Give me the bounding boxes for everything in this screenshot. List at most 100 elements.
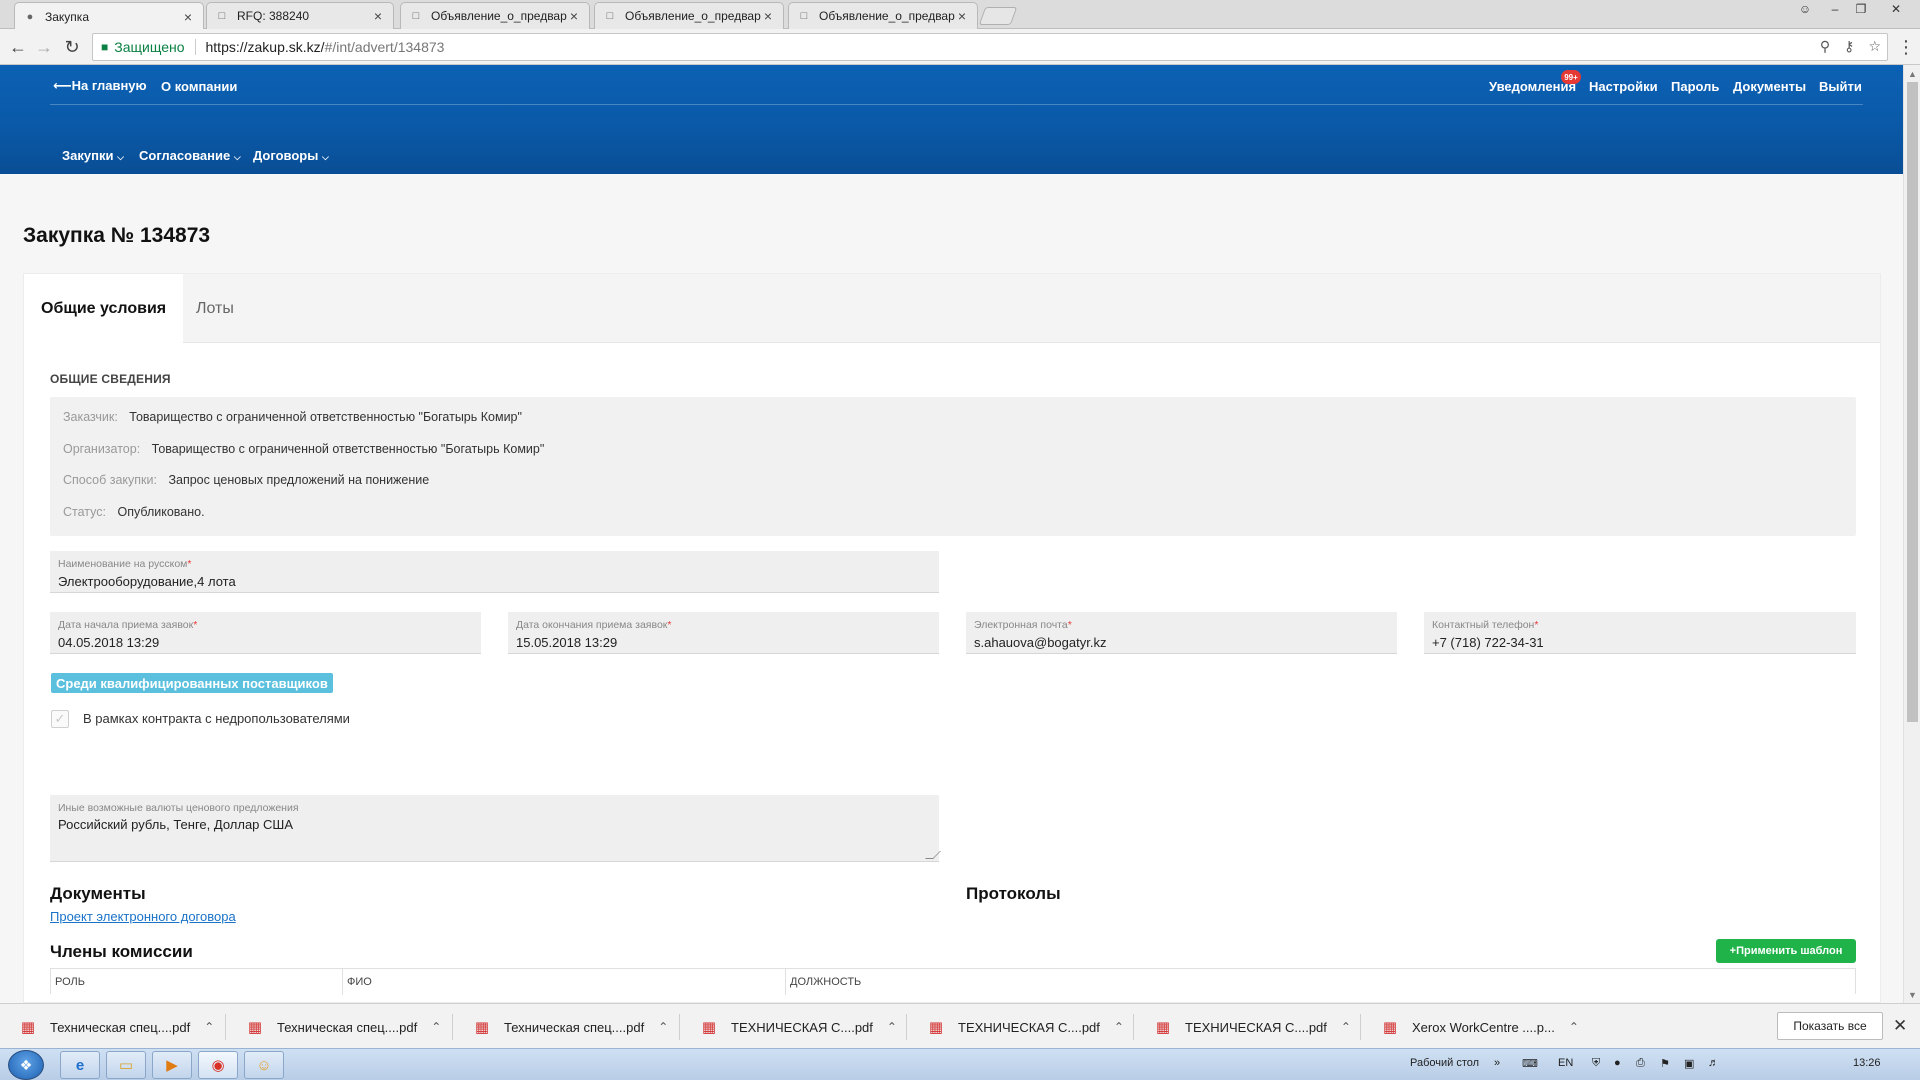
tab-title: Закупка xyxy=(45,9,89,24)
general-info-box: Заказчик: Товарищество с ограниченной от… xyxy=(50,397,1856,536)
chevron-up-icon[interactable]: ⌃ xyxy=(1114,1020,1124,1034)
field-label: Контактный телефон* xyxy=(1432,619,1538,631)
browser-tab[interactable]: □ Объявление_о_предвар × xyxy=(594,2,784,29)
language-indicator[interactable]: EN xyxy=(1558,1057,1573,1069)
clock[interactable]: 13:26 xyxy=(1853,1057,1881,1069)
browser-tab[interactable]: □ RFQ: 388240 × xyxy=(206,2,394,29)
reload-icon[interactable]: ↻ xyxy=(60,35,84,59)
tab-lots[interactable]: Лоты xyxy=(196,274,234,343)
page-scrollbar[interactable]: ▲ ▼ xyxy=(1903,65,1920,1003)
chevron-up-icon[interactable]: ⌃ xyxy=(431,1020,441,1034)
network-icon[interactable]: ● xyxy=(1614,1057,1621,1069)
email-field[interactable]: Электронная почта* s.ahauova@bogatyr.kz xyxy=(966,612,1397,654)
download-filename: ТЕХНИЧЕСКАЯ С....pdf xyxy=(731,1019,873,1035)
menu-icon[interactable]: ⋮ xyxy=(1894,35,1918,59)
download-item[interactable]: ▦ ТЕХНИЧЕСКАЯ С....pdf ⌃ xyxy=(701,1012,897,1042)
download-item[interactable]: ▦ Xerox WorkCentre ....p... ⌃ xyxy=(1382,1012,1579,1042)
currencies-textarea[interactable]: Иные возможные валюты ценового предложен… xyxy=(50,795,941,862)
chevron-up-icon[interactable]: ⌃ xyxy=(887,1020,897,1034)
about-link[interactable]: О компании xyxy=(161,79,237,94)
new-tab-button[interactable] xyxy=(978,7,1018,25)
close-tab-icon[interactable]: × xyxy=(955,8,969,24)
desktop-toolbar-label[interactable]: Рабочий стол xyxy=(1410,1057,1479,1069)
url-input[interactable]: ■ Защищено https://zakup.sk.kz/#/int/adv… xyxy=(92,33,1888,61)
shield-icon[interactable]: ⛨ xyxy=(1592,1057,1600,1070)
scroll-down-icon[interactable]: ▼ xyxy=(1904,986,1920,1003)
end-date-field[interactable]: Дата окончания приема заявок* 15.05.2018… xyxy=(508,612,939,654)
subsoil-checkbox[interactable]: ✓ xyxy=(51,710,69,728)
forward-icon[interactable]: → xyxy=(32,35,56,59)
close-tab-icon[interactable]: × xyxy=(761,8,775,24)
flag-icon[interactable]: ⚑ xyxy=(1660,1057,1670,1070)
settings-link[interactable]: Настройки xyxy=(1589,79,1658,94)
info-value: Опубликовано. xyxy=(117,505,205,519)
phone-field[interactable]: Контактный телефон* +7 (718) 722-34-31 xyxy=(1424,612,1856,654)
start-button[interactable]: ❖ xyxy=(8,1050,44,1080)
scroll-up-icon[interactable]: ▲ xyxy=(1904,65,1920,82)
chevron-right-icon[interactable]: » xyxy=(1494,1057,1500,1069)
close-tab-icon[interactable]: × xyxy=(567,8,581,24)
browser-tab[interactable]: □ Объявление_о_предвар × xyxy=(400,2,590,29)
minimize-icon[interactable]: – xyxy=(1822,0,1848,18)
download-item[interactable]: ▦ ТЕХНИЧЕСКАЯ С....pdf ⌃ xyxy=(928,1012,1124,1042)
chevron-up-icon[interactable]: ⌃ xyxy=(204,1020,214,1034)
download-item[interactable]: ▦ Техническая спец....pdf ⌃ xyxy=(247,1012,441,1042)
download-filename: Xerox WorkCentre ....p... xyxy=(1412,1019,1555,1035)
chrome-icon[interactable]: ◉ xyxy=(198,1051,238,1079)
contract-draft-link[interactable]: Проект электронного договора xyxy=(50,909,236,924)
folder-icon[interactable]: ▭ xyxy=(106,1051,146,1079)
field-label-text: Наименование на русском xyxy=(58,558,188,570)
user-icon[interactable]: ☺ xyxy=(1792,0,1818,18)
menu-contracts[interactable]: Договоры ⌵ xyxy=(253,148,329,163)
browser-tab-active[interactable]: ● Закупка × xyxy=(14,2,204,30)
browser-tab[interactable]: □ Объявление_о_предвар × xyxy=(788,2,978,29)
restore-icon[interactable]: ❐ xyxy=(1848,0,1874,18)
back-icon[interactable]: ← xyxy=(6,35,30,59)
chevron-up-icon[interactable]: ⌃ xyxy=(1569,1020,1579,1034)
field-value: 15.05.2018 13:29 xyxy=(516,635,618,650)
required-mark: * xyxy=(1067,619,1072,631)
close-downloads-icon[interactable]: ✕ xyxy=(1893,1016,1907,1036)
chevron-up-icon[interactable]: ⌃ xyxy=(658,1020,668,1034)
download-item[interactable]: ▦ Техническая спец....pdf ⌃ xyxy=(20,1012,214,1042)
address-bar: ← → ↻ ■ Защищено https://zakup.sk.kz/#/i… xyxy=(0,29,1920,65)
apply-template-button[interactable]: +Применить шаблон xyxy=(1716,939,1856,963)
start-date-field[interactable]: Дата начала приема заявок* 04.05.2018 13… xyxy=(50,612,481,654)
download-item[interactable]: ▦ ТЕХНИЧЕСКАЯ С....pdf ⌃ xyxy=(1155,1012,1351,1042)
menu-approval[interactable]: Согласование ⌵ xyxy=(139,148,241,163)
window-close-icon[interactable]: ✕ xyxy=(1876,0,1916,18)
volume-icon[interactable]: ♬ xyxy=(1708,1057,1719,1069)
chevron-up-icon[interactable]: ⌃ xyxy=(1341,1020,1351,1034)
close-tab-icon[interactable]: × xyxy=(181,9,195,25)
tab-general[interactable]: Общие условия xyxy=(24,274,184,343)
resize-handle[interactable] xyxy=(925,851,941,859)
app-icon[interactable]: ☺ xyxy=(244,1051,284,1079)
keyboard-icon[interactable]: ⌨ xyxy=(1522,1057,1538,1070)
lock-icon: ■ xyxy=(101,40,109,54)
password-link[interactable]: Пароль xyxy=(1671,79,1719,94)
ie-icon[interactable]: e xyxy=(60,1051,100,1079)
star-icon[interactable]: ☆ xyxy=(1868,38,1881,55)
printer-icon[interactable]: ⎙ xyxy=(1636,1057,1645,1070)
logout-link[interactable]: Выйти xyxy=(1819,79,1862,94)
info-row-organizer: Организатор: Товарищество с ограниченной… xyxy=(63,442,544,456)
key-icon[interactable]: ⚷ xyxy=(1844,38,1854,55)
download-item[interactable]: ▦ Техническая спец....pdf ⌃ xyxy=(474,1012,668,1042)
media-player-icon[interactable]: ▶ xyxy=(152,1051,192,1079)
commission-table: РОЛЬ ФИО ДОЛЖНОСТЬ xyxy=(50,968,1856,995)
close-tab-icon[interactable]: × xyxy=(371,8,385,24)
commission-heading: Члены комиссии xyxy=(50,942,193,961)
menu-purchases[interactable]: Закупки ⌵ xyxy=(62,148,124,163)
menu-contracts-label: Договоры xyxy=(253,148,319,163)
home-link[interactable]: ⟵На главную xyxy=(53,78,147,94)
name-field[interactable]: Наименование на русском* Электрооборудов… xyxy=(50,551,939,593)
pdf-icon: ▦ xyxy=(701,1019,717,1036)
display-icon[interactable]: ▣ xyxy=(1684,1057,1694,1070)
required-mark: * xyxy=(187,558,192,570)
show-all-downloads-button[interactable]: Показать все xyxy=(1777,1012,1883,1040)
pdf-icon: ▦ xyxy=(247,1019,263,1036)
field-label-text: Дата окончания приема заявок xyxy=(516,619,668,631)
documents-link[interactable]: Документы xyxy=(1733,79,1806,94)
zoom-icon[interactable]: ⚲ xyxy=(1820,38,1830,55)
scrollbar-thumb[interactable] xyxy=(1907,82,1918,722)
